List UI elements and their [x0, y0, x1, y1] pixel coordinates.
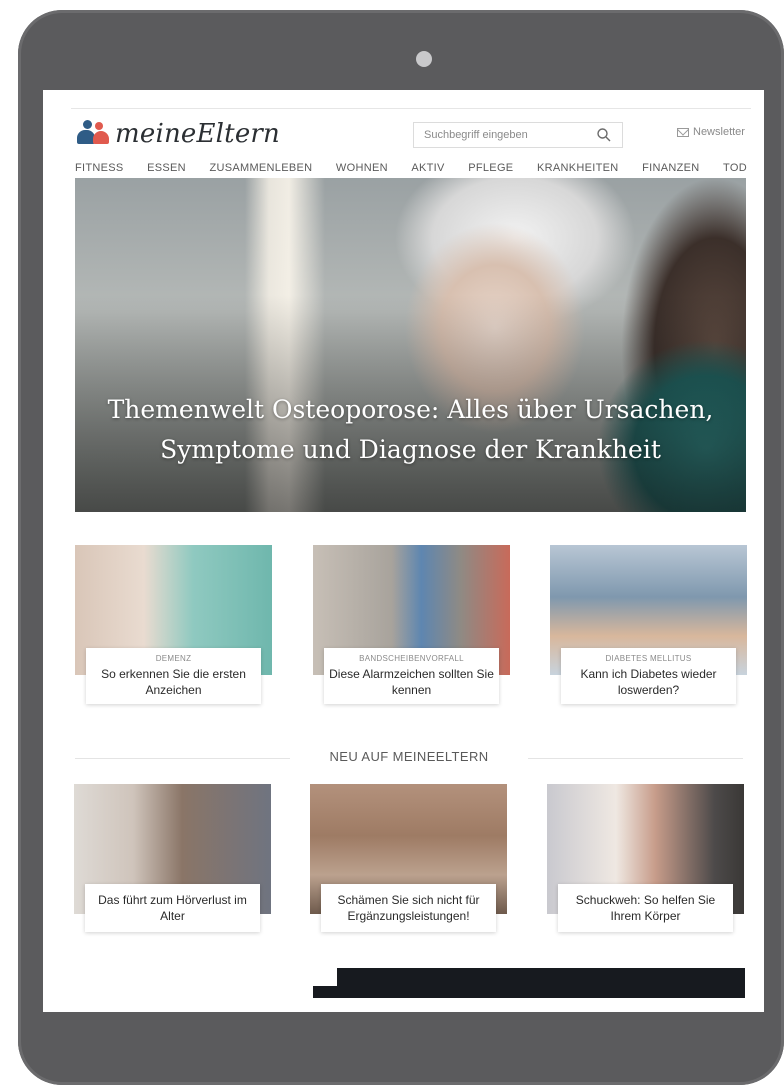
nav-item-essen[interactable]: ESSEN [147, 162, 186, 174]
featured-card[interactable]: BANDSCHEIBENVORFALL Diese Alarmzeichen s… [313, 545, 510, 710]
card-caption: DEMENZ So erkennen Sie die ersten Anzeic… [86, 648, 261, 704]
featured-card[interactable]: DIABETES MELLITUS Kann ich Diabetes wied… [550, 545, 747, 710]
card-caption: BANDSCHEIBENVORFALL Diese Alarmzeichen s… [324, 648, 499, 704]
section-title: NEU AUF MEINEELTERN [329, 749, 489, 764]
card-category: DEMENZ [155, 654, 192, 663]
card-category: BANDSCHEIBENVORFALL [359, 654, 464, 663]
newsletter-link[interactable]: Newsletter [677, 126, 745, 138]
article-card[interactable]: Schuckweh: So helfen Sie Ihrem Körper [547, 784, 744, 939]
card-caption: Schuckweh: So helfen Sie Ihrem Körper [558, 884, 733, 932]
logo-text: meineEltern [115, 119, 280, 149]
card-title[interactable]: So erkennen Sie die ersten Anzeichen [90, 666, 257, 698]
nav-item-krankheiten[interactable]: KRANKHEITEN [537, 162, 619, 174]
article-card[interactable]: Schämen Sie sich nicht für Ergänzungslei… [310, 784, 507, 939]
nav-item-zusammenleben[interactable]: ZUSAMMENLEBEN [209, 162, 312, 174]
article-card[interactable]: Das führt zum Hörverlust im Alter [74, 784, 271, 939]
hero-title[interactable]: Themenwelt Osteoporose: Alles über Ursac… [75, 390, 746, 470]
family-logo-icon [75, 118, 113, 150]
card-title[interactable]: Schämen Sie sich nicht für Ergänzungslei… [325, 892, 492, 924]
hero-banner[interactable]: Themenwelt Osteoporose: Alles über Ursac… [75, 178, 746, 512]
card-title[interactable]: Diese Alarmzeichen sollten Sie kennen [328, 666, 495, 698]
section-heading-new: NEU AUF MEINEELTERN [75, 745, 743, 765]
header-divider [71, 108, 751, 109]
card-title[interactable]: Schuckweh: So helfen Sie Ihrem Körper [562, 892, 729, 924]
card-caption: Das führt zum Hörverlust im Alter [85, 884, 260, 932]
card-caption: Schämen Sie sich nicht für Ergänzungslei… [321, 884, 496, 932]
card-title[interactable]: Das führt zum Hörverlust im Alter [89, 892, 256, 924]
nav-item-aktiv[interactable]: AKTIV [411, 162, 444, 174]
newsletter-label: Newsletter [693, 126, 745, 138]
card-title[interactable]: Kann ich Diabetes wieder loswerden? [565, 666, 732, 698]
envelope-icon [677, 127, 689, 137]
search-input[interactable] [422, 128, 596, 142]
card-caption: DIABETES MELLITUS Kann ich Diabetes wied… [561, 648, 736, 704]
search-box[interactable] [413, 122, 623, 148]
card-category: DIABETES MELLITUS [605, 654, 692, 663]
nav-item-wohnen[interactable]: WOHNEN [336, 162, 388, 174]
next-article-preview[interactable] [313, 968, 745, 998]
nav-item-finanzen[interactable]: FINANZEN [642, 162, 699, 174]
nav-item-tod[interactable]: TOD [723, 162, 747, 174]
featured-card[interactable]: DEMENZ So erkennen Sie die ersten Anzeic… [75, 545, 272, 710]
site-logo[interactable]: meineEltern [75, 118, 280, 150]
nav-item-fitness[interactable]: FITNESS [75, 162, 124, 174]
camera-icon [416, 51, 432, 67]
search-icon[interactable] [596, 127, 612, 143]
main-nav: FITNESS ESSEN ZUSAMMENLEBEN WOHNEN AKTIV… [75, 162, 747, 174]
browser-screen: meineEltern Newsletter FITNESS ESSEN ZUS… [43, 90, 764, 1012]
nav-item-pflege[interactable]: PFLEGE [468, 162, 513, 174]
